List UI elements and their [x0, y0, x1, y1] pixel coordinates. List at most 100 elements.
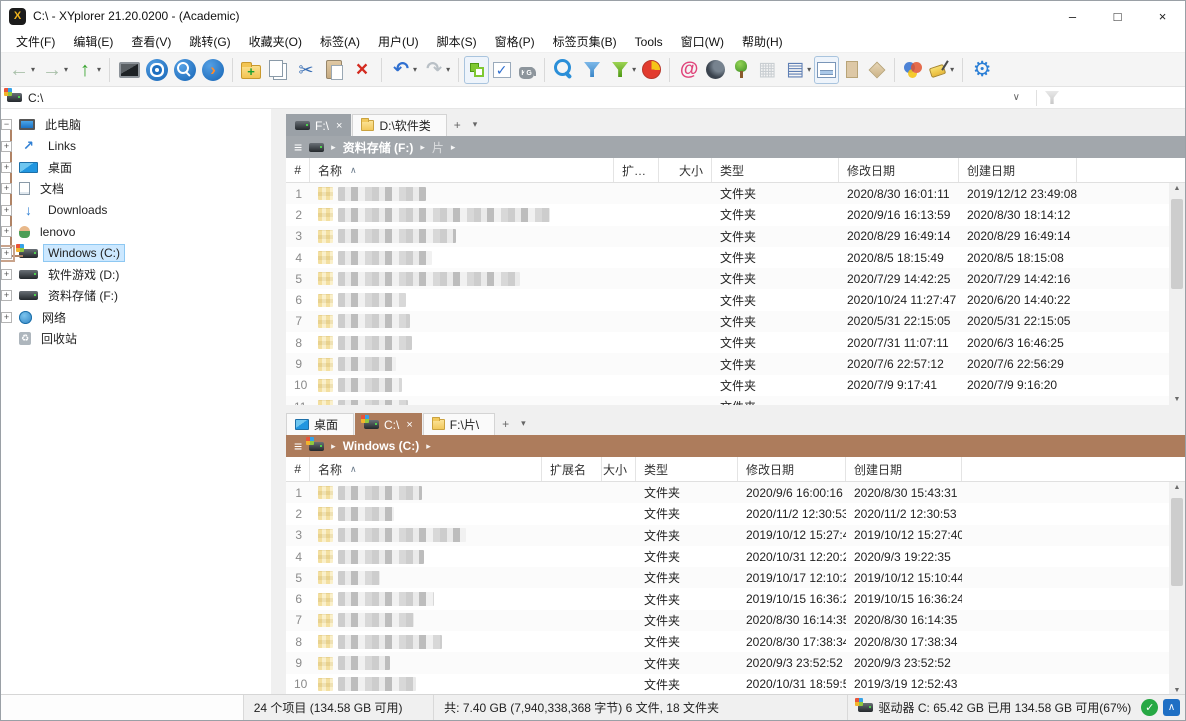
color-filters-button[interactable]: [900, 56, 927, 84]
address-filter-icon[interactable]: [1045, 91, 1059, 104]
column-header-number[interactable]: #: [286, 158, 310, 182]
preview-pane-button[interactable]: [839, 56, 864, 84]
pane-splitter[interactable]: [286, 405, 1185, 412]
tab-list-caret-icon[interactable]: ▾: [467, 119, 484, 130]
menu-item[interactable]: 编辑(E): [64, 31, 122, 52]
menu-item[interactable]: 窗格(P): [486, 31, 544, 52]
file-row[interactable]: 5 文件夹 2020/7/29 14:42:25 2020/7/29 14:42…: [286, 268, 1169, 289]
file-row[interactable]: 7 文件夹 2020/5/31 22:15:05 2020/5/31 22:15…: [286, 311, 1169, 332]
maximize-button[interactable]: □: [1095, 1, 1140, 31]
mini-tree-button[interactable]: [143, 56, 171, 84]
dropdown-caret-icon[interactable]: ▾: [97, 65, 101, 74]
menu-item[interactable]: 标签(A): [311, 31, 369, 52]
dropdown-caret-icon[interactable]: ▾: [807, 65, 811, 74]
paste-button[interactable]: [320, 56, 348, 84]
column-header-extension[interactable]: 扩展名: [542, 457, 602, 481]
toolbar-separator[interactable]: [458, 58, 459, 82]
menu-item[interactable]: 帮助(H): [733, 31, 792, 52]
file-row[interactable]: 2 文件夹 2020/9/16 16:13:59 2020/8/30 18:14…: [286, 204, 1169, 225]
dropdown-caret-icon[interactable]: ▾: [950, 65, 954, 74]
column-header-modified[interactable]: 修改日期: [738, 457, 846, 481]
file-row[interactable]: 9 文件夹 2020/9/3 23:52:52 2020/9/3 23:52:5…: [286, 652, 1169, 673]
filter-button[interactable]: [578, 56, 606, 84]
toolbar-separator[interactable]: [669, 58, 670, 82]
tree-expander[interactable]: −: [1, 119, 12, 130]
toolbar-separator[interactable]: [381, 58, 382, 82]
menu-item[interactable]: Tools: [626, 33, 672, 51]
toolbar-separator[interactable]: [109, 58, 110, 82]
tree-item-label[interactable]: 网络: [37, 307, 71, 328]
highlight-folder-button[interactable]: ▾: [927, 56, 957, 84]
go-to-button[interactable]: ›: [199, 56, 227, 84]
tree-expander[interactable]: +: [1, 141, 12, 152]
tree-expander[interactable]: +: [1, 248, 12, 259]
checkbox-selection-button[interactable]: ✓: [489, 56, 514, 84]
pane-tab[interactable]: 桌面: [286, 413, 354, 435]
dropdown-caret-icon[interactable]: ▾: [413, 65, 417, 74]
scroll-up-icon[interactable]: ▲: [1174, 484, 1181, 491]
file-row[interactable]: 5 文件夹 2019/10/17 12:10:29 2019/10/12 15:…: [286, 567, 1169, 588]
bottom-scrollbar[interactable]: ▲ ▼: [1169, 482, 1185, 694]
breadcrumb-segment[interactable]: 片: [432, 139, 444, 156]
tree-item[interactable]: + lenovo: [1, 221, 271, 242]
file-row[interactable]: 2 文件夹 2020/11/2 12:30:53 2020/11/2 12:30…: [286, 503, 1169, 524]
file-row[interactable]: 9 文件夹 2020/7/6 22:57:12 2020/7/6 22:56:2…: [286, 353, 1169, 374]
column-header-number[interactable]: #: [286, 457, 310, 481]
tree-item[interactable]: + 软件游戏 (D:): [1, 264, 271, 285]
tree-item-label[interactable]: 回收站: [36, 328, 82, 349]
file-row[interactable]: 8 文件夹 2020/8/30 17:38:34 2020/8/30 17:38…: [286, 631, 1169, 652]
tree-item-label[interactable]: Windows (C:): [43, 244, 125, 262]
file-row[interactable]: 11 文件夹: [286, 396, 1169, 405]
file-row[interactable]: 3 文件夹 2019/10/12 15:27:40 2019/10/12 15:…: [286, 525, 1169, 546]
scrollbar-thumb[interactable]: [1171, 498, 1183, 586]
column-header-extension[interactable]: 扩…: [614, 158, 659, 182]
tab-list-caret-icon[interactable]: ▾: [515, 418, 532, 429]
toolbar-separator[interactable]: [894, 58, 895, 82]
tree-expander[interactable]: +: [1, 205, 12, 216]
address-input[interactable]: C:\: [28, 91, 43, 105]
tree-item[interactable]: + 桌面: [1, 157, 271, 178]
menu-item[interactable]: 标签页集(B): [544, 31, 626, 52]
scroll-down-icon[interactable]: ▼: [1174, 396, 1181, 403]
column-header-size[interactable]: 大小: [602, 457, 636, 481]
scroll-up-icon[interactable]: ▲: [1174, 185, 1181, 192]
tree-item[interactable]: + 文档: [1, 178, 271, 199]
menu-item[interactable]: 窗口(W): [672, 31, 733, 52]
tab-close-icon[interactable]: ×: [406, 419, 412, 431]
toolbar-separator[interactable]: [232, 58, 233, 82]
tree-item-label[interactable]: Links: [43, 137, 81, 155]
show-desktop-button[interactable]: [115, 56, 143, 84]
column-header-size[interactable]: 大小: [659, 158, 712, 182]
quick-search-button[interactable]: [171, 56, 199, 84]
pane-tab[interactable]: F:\ ×: [286, 114, 351, 136]
file-row[interactable]: 4 文件夹 2020/10/31 12:20:25 2020/9/3 19:22…: [286, 546, 1169, 567]
pane-tab[interactable]: D:\软件类: [352, 114, 446, 136]
copy-button[interactable]: [264, 56, 292, 84]
file-row[interactable]: 6 文件夹 2020/10/24 11:27:47 2020/6/20 14:4…: [286, 289, 1169, 310]
tree-expander[interactable]: +: [1, 312, 12, 323]
top-scrollbar[interactable]: ▲ ▼: [1169, 183, 1185, 405]
address-dropdown-icon[interactable]: ∨: [1005, 92, 1028, 103]
file-row[interactable]: 1 文件夹 2020/9/6 16:00:16 2020/8/30 15:43:…: [286, 482, 1169, 503]
menu-item[interactable]: 脚本(S): [428, 31, 486, 52]
dropdown-caret-icon[interactable]: ▾: [446, 65, 450, 74]
dark-mode-button[interactable]: [703, 56, 728, 84]
file-row[interactable]: 1 文件夹 2020/8/30 16:01:11 2019/12/12 23:4…: [286, 183, 1169, 204]
show-tree-button[interactable]: [728, 56, 753, 84]
details-view-button[interactable]: ▤ ▾: [781, 56, 814, 84]
dropdown-caret-icon[interactable]: ▾: [64, 65, 68, 74]
up-button[interactable]: ↑ ▾: [71, 56, 104, 84]
tree-item-label[interactable]: Downloads: [43, 201, 112, 219]
new-folder-button[interactable]: +: [238, 56, 264, 84]
breadcrumb-segment[interactable]: 资料存储 (F:): [343, 139, 414, 156]
file-row[interactable]: 8 文件夹 2020/7/31 11:07:11 2020/6/3 16:46:…: [286, 332, 1169, 353]
tree-toggle-button[interactable]: [464, 56, 489, 84]
hamburger-menu-icon[interactable]: ≡: [294, 438, 302, 454]
statistics-button[interactable]: [639, 56, 664, 84]
tree-expander[interactable]: +: [1, 183, 12, 194]
horizontal-panes-button[interactable]: [814, 56, 839, 84]
undo-button[interactable]: ↶ ▾: [387, 56, 420, 84]
column-header-created[interactable]: 创建日期: [959, 158, 1077, 182]
tree-item-label[interactable]: 软件游戏 (D:): [43, 264, 124, 285]
thumbnails-button[interactable]: ▦: [753, 56, 781, 84]
